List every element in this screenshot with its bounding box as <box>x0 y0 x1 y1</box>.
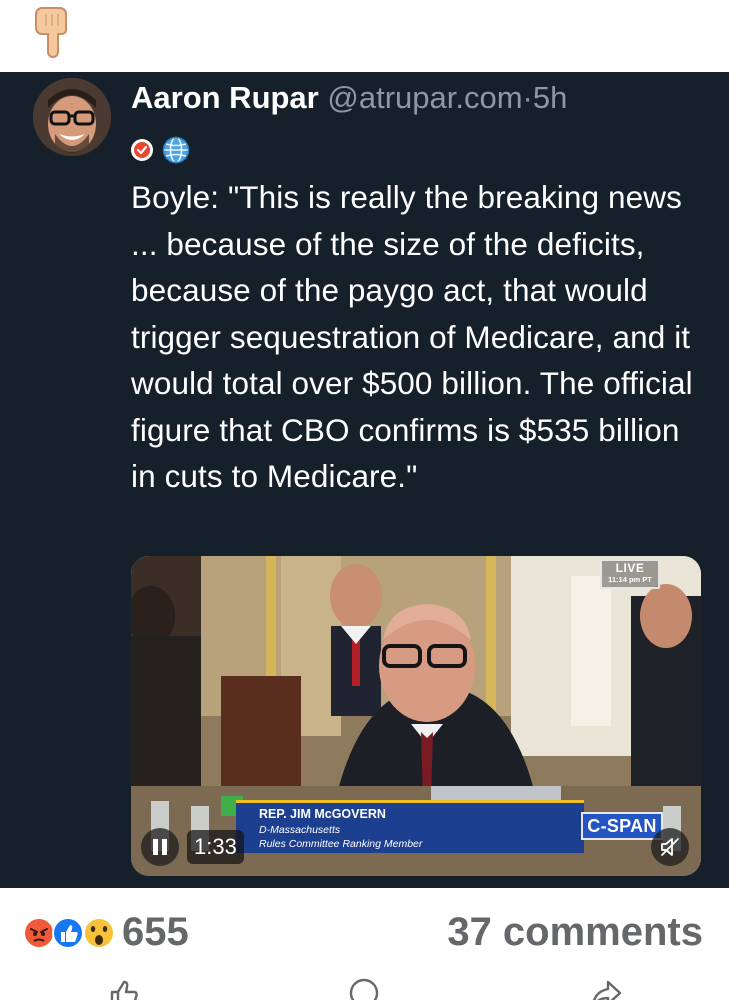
chyron-name: REP. JIM McGOVERN <box>259 807 386 821</box>
live-badge: LIVE 11:14 pm PT <box>600 559 660 589</box>
verified-check-icon <box>131 139 153 161</box>
author-badges <box>131 136 190 164</box>
post-card[interactable]: Aaron Rupar @atrupar.com·5h Boyle: "This… <box>0 72 729 888</box>
like-icon[interactable] <box>104 976 140 1000</box>
video-player[interactable]: LIVE 11:14 pm PT REP. JIM McGOVERN D-Mas… <box>131 556 701 876</box>
author-line: Aaron Rupar @atrupar.com·5h <box>131 80 567 116</box>
backhand-index-pointing-down-icon <box>28 2 76 58</box>
top-strip <box>0 0 729 72</box>
post-footer: 655 37 comments <box>0 888 729 1000</box>
share-icon[interactable] <box>588 976 624 1000</box>
video-duration: 1:33 <box>187 830 244 864</box>
live-time: 11:14 pm PT <box>608 575 652 584</box>
reaction-icons[interactable] <box>22 916 118 950</box>
muted-speaker-icon <box>661 838 679 856</box>
comment-count[interactable]: 37 comments <box>447 910 703 955</box>
network-logo: C-SPAN <box>581 812 663 840</box>
comment-icon[interactable] <box>346 976 382 1000</box>
angry-reaction-icon <box>23 917 55 949</box>
chyron-party: D-Massachusetts <box>259 824 341 836</box>
reaction-count[interactable]: 655 <box>122 910 189 955</box>
mute-button[interactable] <box>651 828 689 866</box>
author-name[interactable]: Aaron Rupar <box>131 80 319 115</box>
author-handle[interactable]: @atrupar.com <box>327 80 522 115</box>
globe-icon <box>162 136 190 164</box>
chyron-role: Rules Committee Ranking Member <box>259 838 423 850</box>
post-timestamp[interactable]: 5h <box>533 80 567 115</box>
lower-third-chyron: REP. JIM McGOVERN D-Massachusetts Rules … <box>236 800 584 853</box>
post-text: Boyle: "This is really the breaking news… <box>131 179 693 494</box>
like-reaction-icon <box>52 917 84 949</box>
avatar[interactable] <box>33 78 111 156</box>
wow-reaction-icon <box>83 917 115 949</box>
pause-button[interactable] <box>141 828 179 866</box>
separator-dot: · <box>522 80 533 115</box>
live-label: LIVE <box>615 561 645 575</box>
pause-icon <box>153 839 167 855</box>
